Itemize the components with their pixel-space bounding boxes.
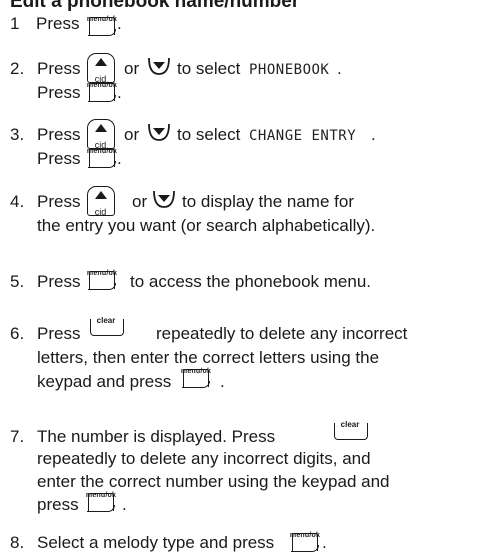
lcd-text: PHONEBOOK <box>249 62 330 78</box>
step-number: 7. <box>10 427 25 446</box>
step-text: Press <box>36 14 80 33</box>
step-number: 5. <box>10 272 25 291</box>
step-number: 1 <box>10 14 20 33</box>
menu-ok-key-icon: menu/ok <box>86 264 118 290</box>
clear-key-icon: clear <box>330 416 370 442</box>
cid-up-key-icon: cid <box>87 186 115 217</box>
menu-ok-key-icon: menu/ok <box>86 142 118 168</box>
down-key-icon <box>147 55 171 77</box>
step-number: 8. <box>10 533 25 552</box>
menu-ok-key-icon: menu/ok <box>180 362 212 388</box>
instruction-page: Edit a phonebook name/number 1 Press men… <box>0 0 492 556</box>
step-number: 2. <box>10 59 25 78</box>
lcd-text: CHANGE ENTRY <box>249 128 357 144</box>
menu-ok-key-icon: menu/ok <box>85 486 117 512</box>
menu-ok-key-icon: menu/ok <box>289 526 321 552</box>
step-number: 3. <box>10 125 25 144</box>
down-key-icon <box>147 121 171 143</box>
clear-key-icon: clear <box>86 312 126 338</box>
menu-ok-key-icon: menu/ok <box>86 76 118 102</box>
step-number: 4. <box>10 192 25 211</box>
menu-ok-key-icon: menu/ok <box>86 10 118 36</box>
step-number: 6. <box>10 324 25 343</box>
down-key-icon <box>152 188 176 210</box>
